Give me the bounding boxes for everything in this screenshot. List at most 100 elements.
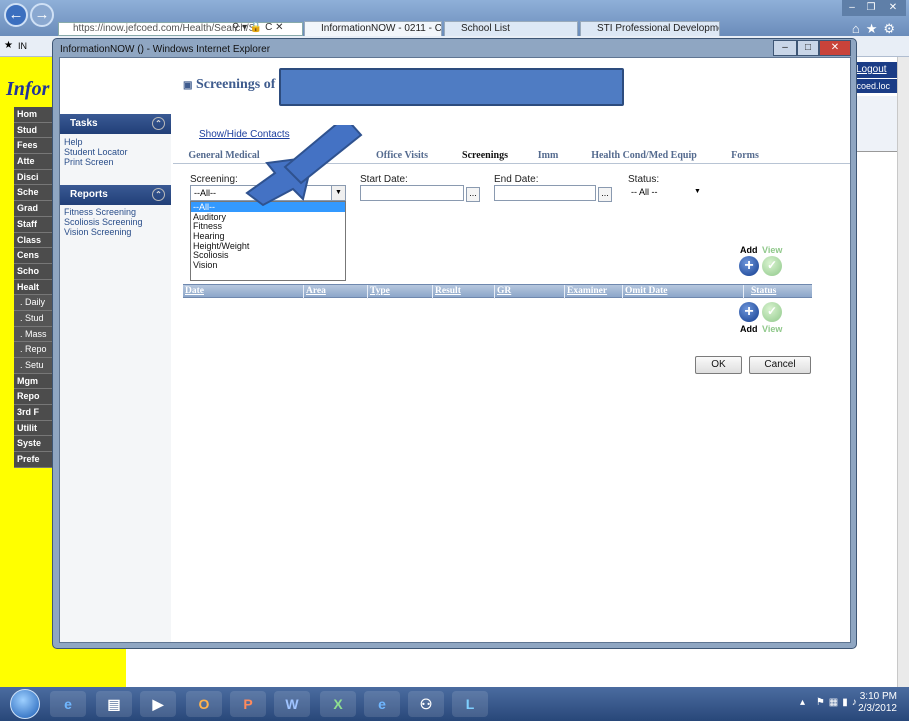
tab-screenings[interactable]: Screenings — [447, 148, 523, 166]
report-link-scoliosis[interactable]: Scoliosis Screening — [60, 217, 171, 227]
view-label-bottom: View — [762, 324, 783, 334]
excel-icon[interactable]: X — [320, 691, 356, 717]
status-value: -- All -- — [631, 187, 658, 197]
column-status[interactable]: Status — [749, 285, 776, 298]
back-button[interactable]: ← — [4, 3, 28, 27]
popup-window: InformationNOW () - Windows Internet Exp… — [52, 38, 857, 649]
word-icon[interactable]: W — [274, 691, 310, 717]
taskbar-clock[interactable]: 3:10 PM 2/3/2012 — [858, 691, 897, 715]
redaction-box — [279, 68, 624, 106]
logout-link[interactable]: Logout — [852, 62, 902, 78]
browser-chrome: ← → https://inow.jefcoed.com/Health/Sear… — [0, 0, 909, 36]
column-examiner[interactable]: Examiner — [565, 285, 607, 298]
column-gr[interactable]: GR — [495, 285, 511, 298]
tab-school-list[interactable]: School List — [444, 21, 578, 36]
ok-button[interactable]: OK — [695, 356, 742, 374]
start-date-label: Start Date: — [360, 174, 408, 185]
dropdown-option[interactable]: Height/Weight — [191, 241, 345, 251]
report-link-fitness[interactable]: Fitness Screening — [60, 207, 171, 217]
ie-icon[interactable]: e — [50, 691, 86, 717]
view-icon[interactable]: ✓ — [762, 256, 782, 276]
collapse-icon[interactable]: ⌃ — [152, 188, 165, 201]
network-icon[interactable]: ⚇ — [408, 691, 444, 717]
page-title: ▣ Screenings of — [183, 77, 275, 93]
chevron-down-icon[interactable]: ▼ — [694, 185, 701, 199]
tab-forms[interactable]: Forms — [719, 148, 771, 164]
favorites-star-icon[interactable]: ★ — [4, 40, 13, 51]
background-header-shade — [852, 96, 898, 152]
address-icons[interactable]: ⚲ ▾ 🔒 C ✕ — [232, 22, 284, 33]
close-icon[interactable]: ✕ — [880, 0, 906, 16]
tab-office-visits[interactable]: Office Visits — [363, 148, 441, 164]
status-select[interactable]: -- All -- ▼ — [628, 185, 706, 201]
tab-informationnow[interactable]: InformationNOW - 0211 - C... — [304, 21, 442, 36]
dropdown-option[interactable]: Fitness — [191, 221, 345, 232]
lync-icon[interactable]: L — [452, 691, 488, 717]
add-label-bottom: Add — [740, 324, 758, 334]
forward-button[interactable]: → — [30, 3, 54, 27]
domain-label: fcoed.loc — [852, 79, 902, 93]
add-icon[interactable]: + — [739, 256, 759, 276]
star-icon[interactable]: ★ — [866, 21, 884, 36]
tasks-header: Tasks ⌃ — [60, 114, 171, 134]
reports-header: Reports ⌃ — [60, 185, 171, 205]
favorites-label[interactable]: IN — [18, 41, 27, 51]
popup-maximize-icon[interactable]: □ — [797, 40, 819, 56]
view-icon[interactable]: ✓ — [762, 302, 782, 322]
calendar-button[interactable]: ... — [598, 187, 612, 202]
dropdown-option[interactable]: Hearing — [191, 231, 345, 241]
tab-health-cond[interactable]: Health Cond/Med Equip — [575, 148, 713, 164]
page-scrollbar[interactable] — [897, 57, 909, 687]
start-date-input[interactable] — [360, 185, 464, 201]
collapse-icon[interactable]: ⌃ — [152, 117, 165, 130]
calendar-button[interactable]: ... — [466, 187, 480, 202]
media-icon[interactable]: ▶ — [140, 691, 176, 717]
end-date-label: End Date: — [494, 174, 539, 185]
tab-sti-professional[interactable]: STI Professional Development ... — [580, 21, 720, 36]
start-button[interactable] — [10, 689, 40, 719]
add-icon[interactable]: + — [739, 302, 759, 322]
dropdown-option[interactable]: Vision — [191, 260, 345, 270]
column-date[interactable]: Date — [183, 285, 204, 298]
task-panel: Tasks ⌃ Help Student Locator Print Screen… — [60, 114, 171, 642]
clock-time: 3:10 PM — [859, 691, 897, 702]
task-link-print-screen[interactable]: Print Screen — [60, 157, 171, 167]
restore-icon[interactable]: ❐ — [862, 0, 880, 16]
popup-minimize-icon[interactable]: – — [773, 40, 797, 56]
column-type[interactable]: Type — [368, 285, 390, 298]
clock-date: 2/3/2012 — [858, 703, 897, 714]
network-status-icon[interactable]: ▦ — [829, 697, 842, 708]
action-center-icon[interactable]: ⚑ — [816, 697, 829, 708]
explorer-icon[interactable]: ▤ — [96, 691, 132, 717]
tab-label: InformationNOW - 0211 - C... — [321, 23, 442, 34]
dropdown-option[interactable]: Scoliosis — [191, 250, 345, 261]
popup-close-icon[interactable]: ✕ — [819, 40, 851, 56]
column-result[interactable]: Result — [433, 285, 461, 298]
system-tray[interactable]: ▴ ⚑▦▮♪ — [800, 697, 861, 708]
column-omit-date[interactable]: Omit Date — [623, 285, 667, 298]
table-header: Date Area Type Result GR Examiner Omit D… — [183, 284, 812, 299]
callout-arrow-shaft — [283, 125, 363, 185]
column-area[interactable]: Area — [304, 285, 326, 298]
task-link-help[interactable]: Help — [60, 137, 171, 147]
add-label-top: Add — [740, 245, 758, 255]
app-logo: Infor — [6, 78, 50, 100]
tab-imm[interactable]: Imm — [529, 148, 567, 164]
home-icon[interactable]: ⌂ — [852, 21, 866, 36]
cancel-button[interactable]: Cancel — [749, 356, 811, 374]
end-date-input[interactable] — [494, 185, 596, 201]
title-bullet-icon: ▣ — [183, 80, 193, 91]
gear-icon[interactable]: ⚙ — [883, 21, 901, 36]
task-link-student-locator[interactable]: Student Locator — [60, 147, 171, 157]
callout-arrow — [245, 125, 363, 207]
show-hidden-icons-icon[interactable]: ▴ — [800, 697, 809, 708]
ie-icon-2[interactable]: e — [364, 691, 400, 717]
popup-title: InformationNOW () - Windows Internet Exp… — [60, 44, 271, 55]
report-link-vision[interactable]: Vision Screening — [60, 227, 171, 237]
outlook-icon[interactable]: O — [186, 691, 222, 717]
minimize-icon[interactable]: – — [842, 0, 862, 16]
browser-toolbar-icons[interactable]: ⌂★⚙ — [852, 21, 901, 37]
signal-icon[interactable]: ▮ — [842, 697, 852, 708]
powerpoint-icon[interactable]: P — [230, 691, 266, 717]
popup-body: Tasks ⌃ Help Student Locator Print Screen… — [59, 57, 851, 643]
